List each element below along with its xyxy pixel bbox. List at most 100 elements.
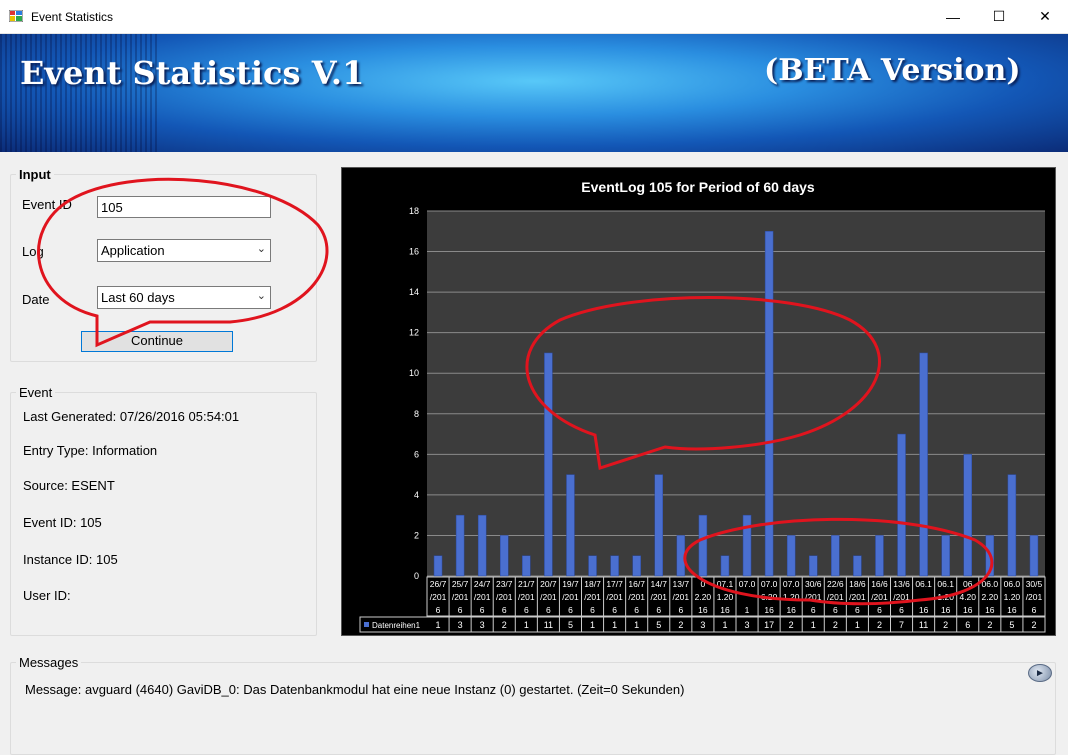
x-tick-label: 13/6 [893, 579, 910, 589]
last-generated-text: Last Generated: 07/26/2016 05:54:01 [23, 409, 240, 424]
data-value-label: 2 [833, 620, 838, 630]
bar [831, 535, 840, 577]
x-tick-label: /201 [871, 592, 888, 602]
chart-title: EventLog 105 for Period of 60 days [581, 179, 815, 195]
bar [477, 514, 487, 577]
x-tick-label: 06.1 [915, 579, 932, 589]
log-select[interactable]: Application ⌄ [97, 239, 271, 262]
x-tick-label: 6 [877, 605, 882, 615]
minimize-button[interactable]: — [930, 0, 976, 33]
data-value-label: 2 [1031, 620, 1036, 630]
x-tick-label: /201 [849, 592, 866, 602]
bar [676, 535, 686, 577]
data-value-label: 2 [502, 620, 507, 630]
x-tick-label: 6 [502, 605, 507, 615]
chevron-down-icon: ⌄ [256, 290, 266, 302]
continue-button[interactable]: Continue [81, 331, 233, 352]
bar [985, 535, 995, 577]
x-tick-label: 16 [1007, 605, 1017, 615]
event-id-field[interactable] [97, 196, 271, 218]
bar [897, 433, 906, 577]
x-tick-label: 26/7 [430, 579, 447, 589]
banner-beta-label: (BETA Version) [764, 53, 1021, 88]
x-tick-label: 1.20 [1004, 592, 1021, 602]
x-tick-label: /201 [628, 592, 645, 602]
banner-decoration [0, 34, 160, 152]
x-tick-label: 22/6 [827, 579, 844, 589]
x-tick-label: 6 [458, 605, 463, 615]
x-tick-label: 6 [656, 605, 661, 615]
legend-label: Datenreihen1 [372, 621, 421, 630]
x-tick-label: 6 [678, 605, 683, 615]
y-tick-label: 6 [414, 449, 419, 459]
x-tick-label: 16 [985, 605, 995, 615]
x-tick-label: 6 [524, 605, 529, 615]
y-tick-label: 4 [414, 490, 419, 500]
x-tick-label: /201 [562, 592, 579, 602]
data-value-label: 11 [544, 620, 553, 630]
x-tick-label: /201 [540, 592, 557, 602]
instance-id-text: Instance ID: 105 [23, 552, 118, 567]
bar [500, 535, 509, 577]
bar [654, 474, 663, 577]
banner-title: Event Statistics V.1 [20, 54, 365, 92]
data-value-label: 2 [877, 620, 882, 630]
x-tick-label: /201 [496, 592, 513, 602]
x-tick-label: 07.0 [739, 579, 756, 589]
x-tick-label: 6 [568, 605, 573, 615]
bar [632, 555, 641, 577]
x-tick-label: 19/7 [562, 579, 579, 589]
bar [875, 535, 884, 577]
x-tick-label: 16 [941, 605, 951, 615]
data-value-label: 1 [524, 620, 529, 630]
y-tick-label: 0 [414, 571, 419, 581]
bar [433, 555, 443, 577]
data-value-label: 5 [656, 620, 661, 630]
chevron-down-icon: ⌄ [256, 243, 266, 255]
bar [919, 352, 928, 577]
x-tick-label: 6 [811, 605, 816, 615]
x-tick-label: 6 [612, 605, 617, 615]
x-tick-label: 17/7 [606, 579, 623, 589]
bar [853, 555, 862, 577]
bar [544, 352, 553, 577]
x-tick-label: 23/7 [496, 579, 513, 589]
maximize-button[interactable]: ☐ [976, 0, 1022, 33]
x-tick-label: 6 [899, 605, 904, 615]
data-value-label: 2 [943, 620, 948, 630]
x-tick-label: 6 [590, 605, 595, 615]
x-tick-label: 6 [1032, 605, 1037, 615]
data-value-label: 1 [612, 620, 617, 630]
bar [1007, 474, 1017, 577]
bar [698, 514, 708, 577]
x-tick-label: 14/7 [650, 579, 667, 589]
date-select[interactable]: Last 60 days ⌄ [97, 286, 271, 309]
close-button[interactable]: ✕ [1022, 0, 1068, 33]
data-value-label: 1 [722, 620, 727, 630]
y-tick-label: 8 [414, 409, 419, 419]
input-legend: Input [19, 167, 51, 182]
event-id-text: Event ID: 105 [23, 515, 102, 530]
bar [809, 555, 818, 577]
bar [720, 555, 730, 577]
data-value-label: 7 [899, 620, 904, 630]
header-banner: Event Statistics V.1 (BETA Version) [0, 34, 1068, 152]
x-tick-label: 6 [634, 605, 639, 615]
x-tick-label: 0 [701, 579, 706, 589]
close-icon: ✕ [1039, 8, 1051, 24]
bar [963, 454, 972, 577]
x-tick-label: 16/6 [871, 579, 888, 589]
data-value-label: 2 [789, 620, 794, 630]
x-tick-label: /201 [805, 592, 822, 602]
x-tick-label: 06.0 [982, 579, 999, 589]
data-value-label: 1 [590, 620, 595, 630]
data-value-label: 5 [568, 620, 573, 630]
data-value-label: 1 [855, 620, 860, 630]
bar [1029, 535, 1039, 577]
date-label: Date [22, 292, 50, 307]
y-tick-label: 14 [409, 287, 419, 297]
x-tick-label: 1.20 [783, 592, 800, 602]
x-tick-label: 25/7 [452, 579, 469, 589]
speaker-icon[interactable]: ► [1028, 664, 1052, 682]
data-value-label: 5 [1009, 620, 1014, 630]
